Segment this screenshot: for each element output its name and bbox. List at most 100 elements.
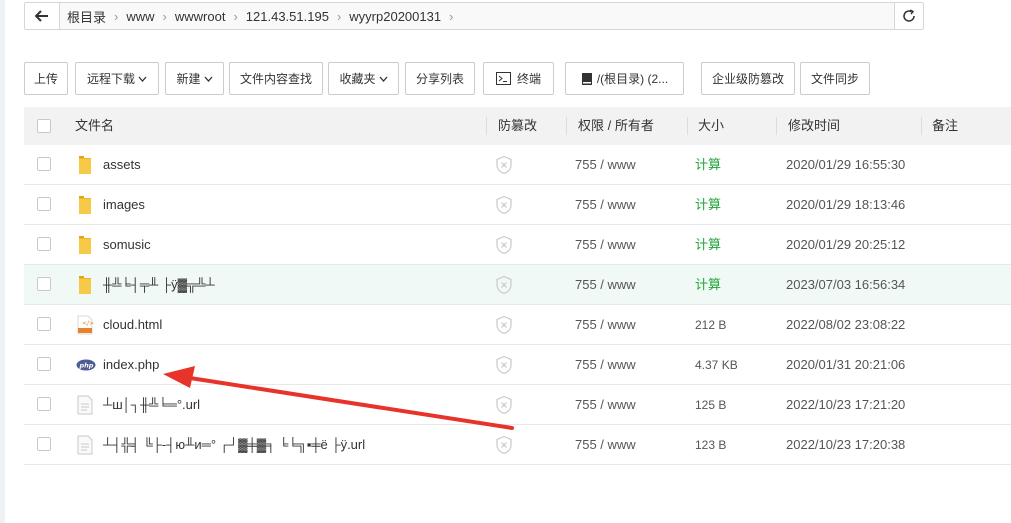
- table-row[interactable]: php index.php 755 / www 4.37 KB 2020/01/31 2…: [24, 345, 1011, 385]
- row-checkbox[interactable]: [37, 237, 51, 251]
- file-mtime: 2022/10/23 17:21:20: [786, 397, 906, 412]
- path-bar: 根目录 › www › wwwroot › 121.43.51.195 › wy…: [24, 2, 924, 30]
- file-name[interactable]: assets: [103, 145, 141, 185]
- upload-label: 上传: [33, 72, 58, 86]
- table-row[interactable]: somusic 755 / www 计算 2020/01/29 20:25:12: [24, 225, 1011, 265]
- tamper-enterprise-button[interactable]: 企业级防篡改: [701, 62, 795, 95]
- breadcrumb-wwwroot[interactable]: wwwroot: [167, 9, 234, 24]
- favorites-button[interactable]: 收藏夹: [328, 62, 399, 95]
- header-mtime[interactable]: 修改时间: [788, 107, 840, 145]
- file-size: 4.37 KB: [695, 358, 738, 372]
- file-name[interactable]: ╫╩╘┤╤╨ ├ÿ▓╦╩┴: [103, 265, 215, 305]
- file-permission[interactable]: 755 / www: [575, 385, 636, 425]
- file-size: 212 B: [695, 318, 727, 332]
- content-search-label: 文件内容查找: [239, 72, 312, 86]
- row-checkbox[interactable]: [37, 397, 51, 411]
- file-name[interactable]: ┴┤╬╡ ╚├-┤ю╨и═° ┌┘▓╪▓╕ ╘╘╗▪╪ё ├ÿ.url: [103, 425, 365, 465]
- share-list-button[interactable]: 分享列表: [405, 62, 475, 95]
- table-row[interactable]: images 755 / www 计算 2020/01/29 18:13:46: [24, 185, 1011, 225]
- svg-text:php: php: [79, 362, 94, 370]
- file-permission[interactable]: 755 / www: [575, 225, 636, 265]
- file-name[interactable]: cloud.html: [103, 305, 162, 345]
- file-mtime: 2020/01/31 20:21:06: [786, 357, 906, 372]
- file-name[interactable]: somusic: [103, 225, 151, 265]
- file-size: 125 B: [695, 398, 727, 412]
- shield-icon[interactable]: [494, 155, 514, 175]
- column-divider: [687, 117, 688, 135]
- row-checkbox[interactable]: [37, 357, 51, 371]
- header-tamper: 防篡改: [498, 118, 538, 133]
- terminal-label: 终端: [516, 72, 541, 86]
- file-permission[interactable]: 755 / www: [575, 345, 636, 385]
- shield-icon[interactable]: [494, 195, 514, 215]
- left-sidebar-edge: [0, 0, 5, 523]
- chevron-down-icon: [138, 76, 147, 82]
- file-icon: [76, 435, 94, 455]
- remote-download-label: 远程下载: [86, 72, 135, 86]
- shield-icon[interactable]: [494, 435, 514, 455]
- table-row[interactable]: </> cloud.html 755 / www 212 B 2022/08/02 23…: [24, 305, 1011, 345]
- chevron-right-icon: ›: [449, 8, 454, 24]
- upload-button[interactable]: 上传: [24, 62, 68, 95]
- new-label: 新建: [176, 72, 201, 86]
- table-row[interactable]: ┴┤╬╡ ╚├-┤ю╨и═° ┌┘▓╪▓╕ ╘╘╗▪╪ё ├ÿ.url 755 /…: [24, 425, 1011, 465]
- row-checkbox[interactable]: [37, 437, 51, 451]
- file-mtime: 2020/01/29 18:13:46: [786, 197, 906, 212]
- remote-download-button[interactable]: 远程下载: [75, 62, 159, 95]
- back-button[interactable]: [25, 3, 60, 29]
- folder-icon: [76, 195, 94, 215]
- svg-text:</>: </>: [82, 320, 94, 327]
- shield-icon[interactable]: [494, 315, 514, 335]
- table-row[interactable]: ┴ш│┐╫╩╘═°.url 755 / www 125 B 2022/10/23 17…: [24, 385, 1011, 425]
- breadcrumb-site[interactable]: 121.43.51.195: [238, 9, 337, 24]
- file-name[interactable]: images: [103, 185, 145, 225]
- chevron-down-icon: [204, 76, 212, 82]
- folder-icon: [76, 235, 94, 255]
- file-size[interactable]: 计算: [695, 225, 721, 265]
- column-divider: [566, 117, 567, 135]
- shield-icon[interactable]: [494, 235, 514, 255]
- row-checkbox[interactable]: [37, 157, 51, 171]
- breadcrumb-www[interactable]: www: [118, 9, 162, 24]
- shield-icon[interactable]: [494, 395, 514, 415]
- breadcrumb-current[interactable]: wyyrp20200131: [341, 9, 449, 24]
- arrow-left-icon: [35, 10, 48, 22]
- file-table-header: 文件名 防篡改 权限 / 所有者 大小 修改时间 备注: [24, 107, 1011, 145]
- file-size[interactable]: 计算: [695, 185, 721, 225]
- file-sync-label: 文件同步: [810, 72, 859, 86]
- select-all-checkbox[interactable]: [37, 119, 51, 133]
- row-checkbox[interactable]: [37, 317, 51, 331]
- table-row[interactable]: assets 755 / www 计算 2020/01/29 16:55:30: [24, 145, 1011, 185]
- terminal-button[interactable]: 终端: [483, 62, 554, 95]
- breadcrumb-root[interactable]: 根目录: [59, 7, 114, 26]
- file-name[interactable]: index.php: [103, 345, 159, 385]
- disk-button[interactable]: /(根目录) (2...: [565, 62, 684, 95]
- content-search-button[interactable]: 文件内容查找: [229, 62, 323, 95]
- file-size[interactable]: 计算: [695, 145, 721, 185]
- file-permission[interactable]: 755 / www: [575, 185, 636, 225]
- file-name[interactable]: ┴ш│┐╫╩╘═°.url: [103, 385, 200, 425]
- file-permission[interactable]: 755 / www: [575, 145, 636, 185]
- shield-icon[interactable]: [494, 355, 514, 375]
- breadcrumb: 根目录 › www › wwwroot › 121.43.51.195 › wy…: [59, 3, 453, 29]
- file-mtime: 2022/08/02 23:08:22: [786, 317, 906, 332]
- file-permission[interactable]: 755 / www: [575, 425, 636, 465]
- folder-icon: [76, 155, 94, 175]
- file-permission[interactable]: 755 / www: [575, 265, 636, 305]
- file-sync-button[interactable]: 文件同步: [800, 62, 870, 95]
- column-divider: [776, 117, 777, 135]
- header-filename[interactable]: 文件名: [75, 107, 114, 145]
- header-permission[interactable]: 权限 / 所有者: [578, 107, 654, 145]
- shield-icon[interactable]: [494, 275, 514, 295]
- row-checkbox[interactable]: [37, 197, 51, 211]
- row-checkbox[interactable]: [37, 277, 51, 291]
- column-divider: [486, 117, 487, 135]
- table-row[interactable]: ╫╩╘┤╤╨ ├ÿ▓╦╩┴ 755 / www 计算 2023/07/03 16:56…: [24, 265, 1011, 305]
- header-size[interactable]: 大小: [698, 107, 724, 145]
- file-size[interactable]: 计算: [695, 265, 721, 305]
- folder-icon: [76, 275, 94, 295]
- file-mtime: 2020/01/29 16:55:30: [786, 157, 906, 172]
- new-button[interactable]: 新建: [165, 62, 224, 95]
- file-permission[interactable]: 755 / www: [575, 305, 636, 345]
- refresh-button[interactable]: [894, 3, 923, 29]
